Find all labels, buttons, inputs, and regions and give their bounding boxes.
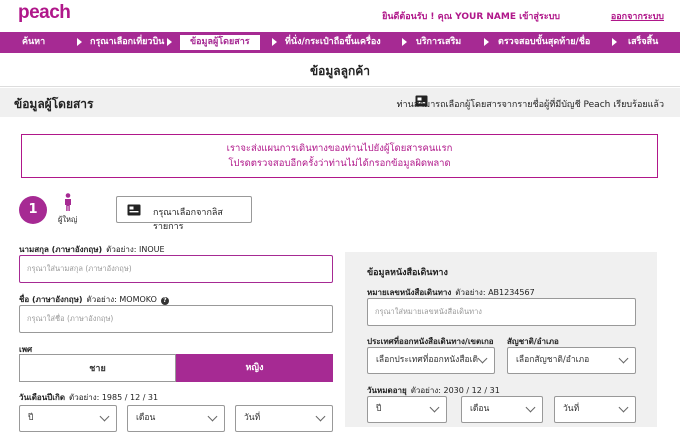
gender-male-option[interactable]: ชาย (19, 354, 176, 382)
passenger-type-label: ผู้ใหญ่ (58, 215, 78, 224)
issuing-country-select[interactable]: เลือกประเทศที่ออกหนังสือเดิ (367, 347, 495, 374)
page-title: ข้อมูลลูกค้า (309, 64, 371, 78)
chevron-right-icon (484, 38, 489, 46)
dob-month-select[interactable]: เดือน (127, 405, 225, 432)
issuing-country-value: เลือกประเทศที่ออกหนังสือเดิ (376, 355, 479, 365)
expiry-year-value: ปี (376, 404, 382, 414)
expiry-month-select[interactable]: เดือน (461, 396, 543, 423)
nationality-value: เลือกสัญชาติ/อำเภอ (516, 355, 590, 365)
surname-input[interactable]: กรุณาใส่นามสกุล (ภาษาอังกฤษ) (19, 255, 333, 283)
passport-number-input[interactable]: กรุณาใส่หมายเลขหนังสือเดินทาง (367, 298, 636, 326)
passenger-list-icon (127, 204, 141, 216)
top-header: peach ยินดีต้อนรับ ! คุณ YOUR NAME เข้าส… (0, 0, 680, 30)
expiry-year-select[interactable]: ปี (367, 396, 447, 423)
gender-toggle: ชาย หญิง (19, 354, 333, 382)
adult-person-icon (65, 193, 71, 211)
divider (0, 86, 680, 87)
chevron-right-icon (77, 38, 82, 46)
expiry-day-select[interactable]: วันที่ (554, 396, 636, 423)
notice-line-2: โปรดตรวจสอบอีกครั้งว่าท่านไม่ได้กรอกข้อม… (228, 158, 451, 169)
chevron-right-icon (402, 38, 407, 46)
chevron-down-icon (429, 402, 440, 413)
chevron-down-icon (525, 402, 536, 413)
peach-logo[interactable]: peach (18, 2, 71, 24)
step-seat-baggage[interactable]: ที่นั่ง/กระเป๋าถือขึ้นเครื่อง (285, 32, 381, 53)
gender-female-option[interactable]: หญิง (176, 354, 333, 382)
notice-box: เราจะส่งแผนการเดินทางของท่านไปยังผู้โดยส… (21, 134, 658, 178)
choose-from-list-button[interactable]: กรุณาเลือกจากลิสรายการ (116, 196, 252, 232)
notice-line-1: เราจะส่งแผนการเดินทางของท่านไปยังผู้โดยส… (226, 143, 453, 154)
step-select-flight[interactable]: กรุณาเลือกเที่ยวบิน (90, 32, 164, 53)
choose-from-list-label: กรุณาเลือกจากลิสรายการ (153, 208, 223, 232)
section-note: ท่านสามารถเลือกผู้โดยสารจากรายชื่อผู้ที่… (396, 100, 664, 110)
step-passenger-info[interactable]: ข้อมูลผู้โดยสาร (180, 35, 260, 50)
dob-label: วันเดือนปีเกิด ตัวอย่าง: 1985 / 12 / 31 (19, 393, 159, 402)
dob-year-select[interactable]: ปี (19, 405, 117, 432)
help-icon[interactable]: ? (160, 297, 169, 305)
step-complete[interactable]: เสร็จสิ้น (628, 32, 658, 53)
dob-month-value: เดือน (136, 413, 156, 423)
chevron-down-icon (99, 411, 110, 422)
chevron-down-icon (618, 402, 629, 413)
firstname-input[interactable]: กรุณาใส่ชื่อ (ภาษาอังกฤษ) (19, 305, 333, 333)
dob-day-select[interactable]: วันที่ (235, 405, 333, 432)
step-search[interactable]: ค้นหา (22, 32, 45, 53)
chevron-down-icon (207, 411, 218, 422)
logout-link[interactable]: ออกจากระบบ (611, 9, 664, 23)
section-title: ข้อมูลผู้โดยสาร (14, 97, 94, 111)
booking-steps-nav: ค้นหา กรุณาเลือกเที่ยวบิน ข้อมูลผู้โดยสา… (0, 32, 680, 53)
dob-day-value: วันที่ (244, 413, 261, 423)
chevron-right-icon (272, 38, 277, 46)
section-header: ข้อมูลผู้โดยสาร ท่านสามารถเลือกผู้โดยสาร… (0, 88, 680, 117)
passport-title: ข้อมูลหนังสือเดินทาง (367, 268, 448, 278)
nationality-select[interactable]: เลือกสัญชาติ/อำเภอ (507, 347, 636, 374)
chevron-down-icon (315, 411, 326, 422)
expiry-month-value: เดือน (470, 404, 490, 414)
chevron-down-icon (477, 353, 488, 364)
dob-year-value: ปี (28, 413, 34, 423)
step-final-review[interactable]: ตรวจสอบขั้นสุดท้าย/ชื่อ (498, 32, 590, 53)
passenger-number-badge: 1 (19, 196, 47, 224)
welcome-message: ยินดีต้อนรับ ! คุณ YOUR NAME เข้าสู่ระบบ (382, 12, 560, 22)
step-extra-services[interactable]: บริการเสริม (416, 32, 461, 53)
chevron-down-icon (618, 353, 629, 364)
expiry-day-value: วันที่ (563, 404, 580, 414)
chevron-right-icon (612, 38, 617, 46)
chevron-right-icon (167, 38, 172, 46)
